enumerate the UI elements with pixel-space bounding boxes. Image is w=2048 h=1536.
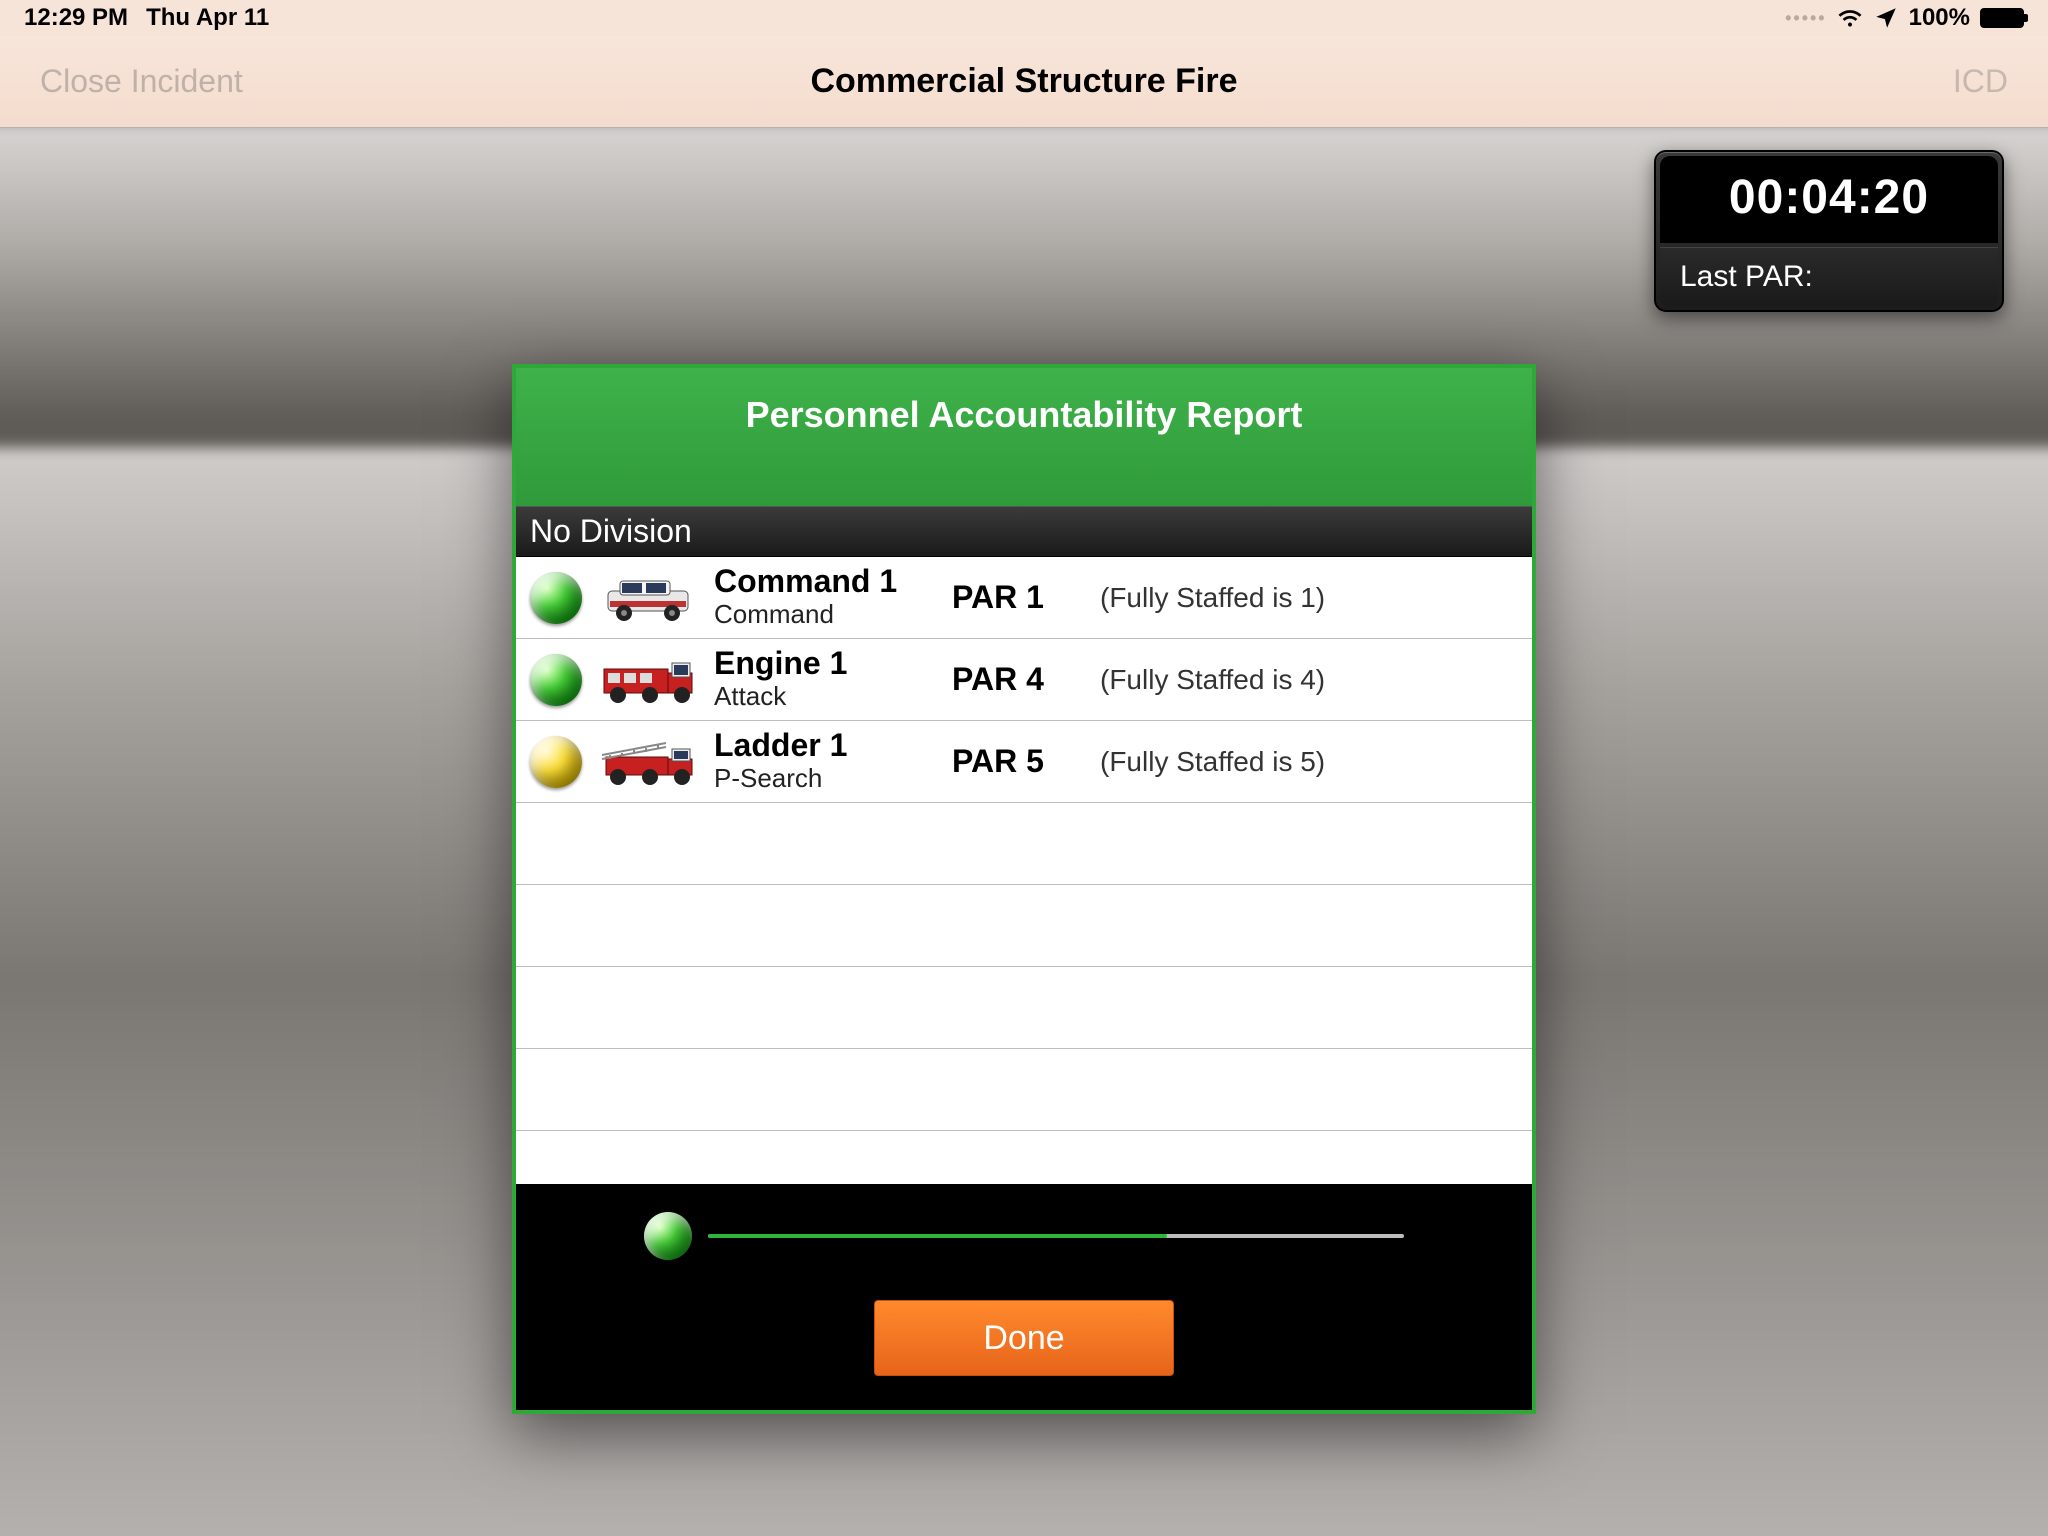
close-incident-button[interactable]: Close Incident xyxy=(40,63,243,100)
list-gap xyxy=(516,1131,1532,1173)
unit-info: Ladder 1P-Search xyxy=(714,729,934,794)
done-button[interactable]: Done xyxy=(874,1300,1174,1376)
status-orb-icon xyxy=(530,572,582,624)
empty-row xyxy=(516,885,1532,967)
par-detail: (Fully Staffed is 5) xyxy=(1100,746,1325,778)
unit-name: Command 1 xyxy=(714,565,934,599)
empty-row xyxy=(516,1049,1532,1131)
status-orb-icon xyxy=(530,736,582,788)
par-modal: Personnel Accountability Report No Divis… xyxy=(512,364,1536,1414)
ios-status-bar: 12:29 PM Thu Apr 11 ••••• 100% xyxy=(0,0,2048,36)
vehicle-icon xyxy=(600,652,696,708)
unit-role: Attack xyxy=(714,681,934,712)
unit-role: P-Search xyxy=(714,763,934,794)
division-header: No Division xyxy=(516,506,1532,557)
incident-timer-panel: 00:04:20 Last PAR: xyxy=(1654,150,2004,312)
slider-track[interactable] xyxy=(708,1234,1404,1238)
unit-name: Ladder 1 xyxy=(714,729,934,763)
page-title: Commercial Structure Fire xyxy=(810,62,1237,101)
unit-name: Engine 1 xyxy=(714,647,934,681)
status-orb-icon xyxy=(530,654,582,706)
slider-fill xyxy=(708,1234,1167,1238)
status-time: 12:29 PM xyxy=(24,4,128,32)
battery-percent: 100% xyxy=(1909,4,1970,32)
empty-row xyxy=(516,803,1532,885)
status-date: Thu Apr 11 xyxy=(146,4,269,32)
par-slider[interactable] xyxy=(644,1212,1404,1260)
modal-title: Personnel Accountability Report xyxy=(516,368,1532,506)
unit-row[interactable]: Command 1Command PAR 1 (Fully Staffed is 1… xyxy=(516,557,1532,639)
elapsed-timer: 00:04:20 xyxy=(1660,156,1998,243)
vehicle-icon xyxy=(600,734,696,790)
par-value: PAR 4 xyxy=(952,661,1082,698)
par-value: PAR 5 xyxy=(952,743,1082,780)
par-value: PAR 1 xyxy=(952,579,1082,616)
unit-info: Engine 1Attack xyxy=(714,647,934,712)
slider-thumb-icon xyxy=(644,1212,692,1260)
empty-row xyxy=(516,967,1532,1049)
nav-bar: Close Incident Commercial Structure Fire… xyxy=(0,36,2048,128)
unit-row[interactable]: Engine 1Attack PAR 4 (Fully Staffed is 4) xyxy=(516,639,1532,721)
unit-list: Command 1Command PAR 1 (Fully Staffed is 1… xyxy=(516,557,1532,1131)
last-par-label[interactable]: Last PAR: xyxy=(1660,247,1998,306)
unit-role: Command xyxy=(714,599,934,630)
location-icon xyxy=(1873,5,1899,31)
vehicle-icon xyxy=(600,570,696,626)
cell-signal-icon: ••••• xyxy=(1785,8,1827,29)
unit-info: Command 1Command xyxy=(714,565,934,630)
par-detail: (Fully Staffed is 4) xyxy=(1100,664,1325,696)
par-detail: (Fully Staffed is 1) xyxy=(1100,582,1325,614)
unit-row[interactable]: Ladder 1P-Search PAR 5 (Fully Staffed is 5… xyxy=(516,721,1532,803)
icd-button[interactable]: ICD xyxy=(1953,63,2008,100)
wifi-icon xyxy=(1837,5,1863,31)
battery-icon xyxy=(1980,8,2024,28)
modal-footer: Done xyxy=(516,1184,1532,1410)
